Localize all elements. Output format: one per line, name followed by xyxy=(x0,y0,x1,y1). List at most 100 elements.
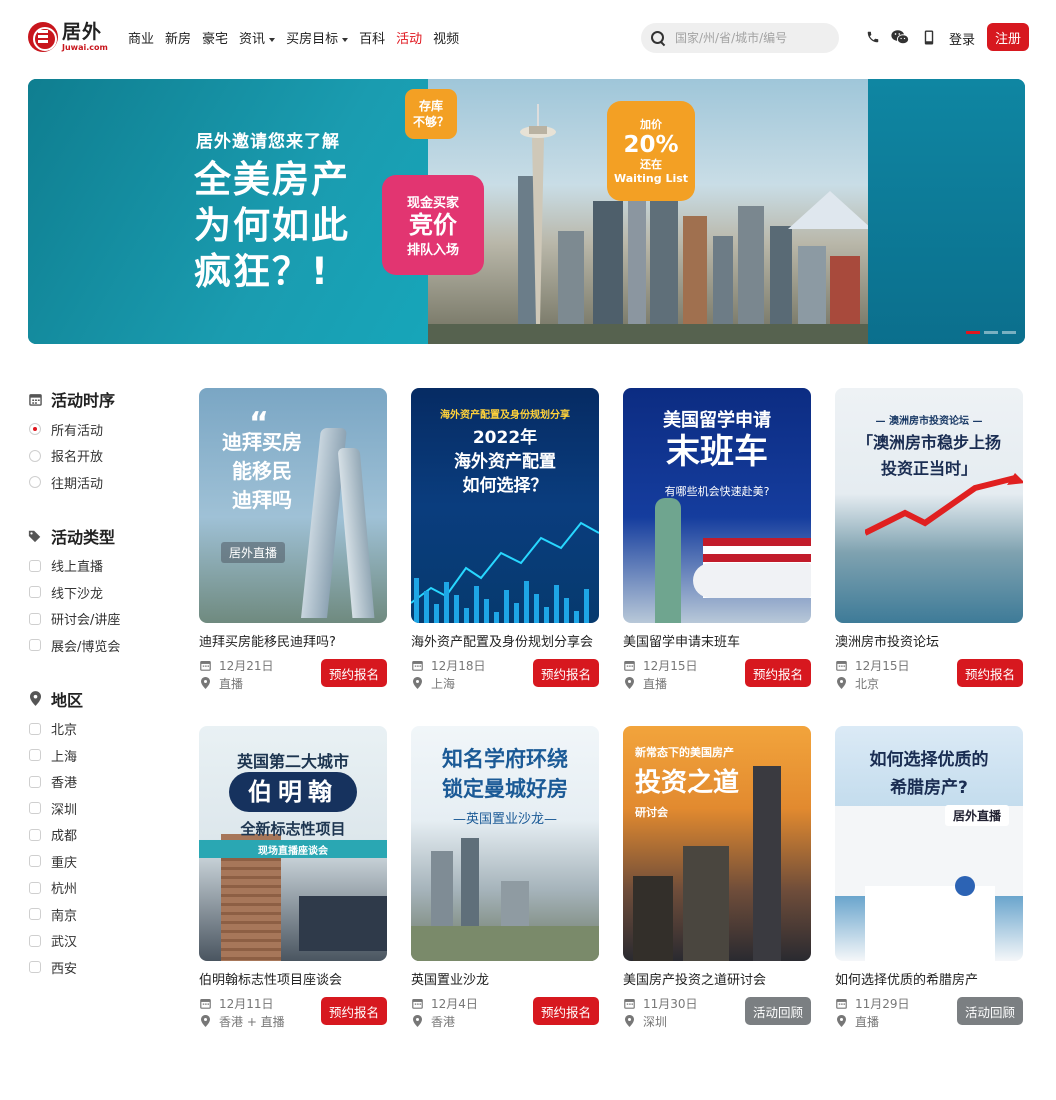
checkbox[interactable] xyxy=(29,722,41,735)
event-title[interactable]: 美国房产投资之道研讨会 xyxy=(623,969,811,988)
register-event-button[interactable]: 预约报名 xyxy=(320,997,387,1025)
filter-group-title: 活动时序 xyxy=(28,389,178,410)
event-card[interactable]: “ 迪拜买房 能移民 迪拜吗 居外直播 迪拜买房能移民迪拜吗? 12月21日 直播 … xyxy=(199,388,387,694)
filter-checkbox-option[interactable]: 上海 xyxy=(28,742,178,769)
checkbox[interactable] xyxy=(29,908,41,921)
checkbox[interactable] xyxy=(29,559,41,572)
register-event-button[interactable]: 预约报名 xyxy=(956,659,1023,687)
carousel-dot[interactable] xyxy=(984,331,998,334)
event-title[interactable]: 美国留学申请末班车 xyxy=(623,631,811,650)
phone-icon[interactable] xyxy=(864,28,882,46)
nav-item[interactable]: 活动 xyxy=(396,28,422,47)
event-thumbnail[interactable]: 英国第二大城市 伯明翰 全新标志性项目 现场直播座谈会 xyxy=(199,726,387,961)
nav-item[interactable]: 视频 xyxy=(433,28,459,47)
calendar-icon xyxy=(199,659,211,671)
filter-radio-option[interactable]: 所有活动 xyxy=(28,416,178,443)
filter-checkbox-option[interactable]: 武汉 xyxy=(28,928,178,955)
filter-checkbox-option[interactable]: 南京 xyxy=(28,901,178,928)
filter-checkbox-option[interactable]: 线上直播 xyxy=(28,553,178,580)
checkbox[interactable] xyxy=(29,934,41,947)
filter-checkbox-option[interactable]: 杭州 xyxy=(28,875,178,902)
checkbox[interactable] xyxy=(29,749,41,762)
checkbox[interactable] xyxy=(29,961,41,974)
event-card[interactable]: 英国第二大城市 伯明翰 全新标志性项目 现场直播座谈会 伯明翰标志性项目座谈会 … xyxy=(199,726,387,1032)
map-pin-icon xyxy=(411,677,423,689)
checkbox[interactable] xyxy=(29,855,41,868)
login-link[interactable]: 登录 xyxy=(949,29,975,48)
nav-item[interactable]: 豪宅 xyxy=(202,28,228,47)
filter-checkbox-option[interactable]: 线下沙龙 xyxy=(28,579,178,606)
map-pin-icon xyxy=(28,691,42,706)
checkbox[interactable] xyxy=(29,586,41,599)
event-thumbnail[interactable]: — 澳洲房市投资论坛 — 「澳洲房市稳步上扬 投资正当时」 xyxy=(835,388,1023,623)
event-card[interactable]: 新常态下的美国房产 投资之道 研讨会 美国房产投资之道研讨会 11月30日 深圳… xyxy=(623,726,811,1032)
mobile-icon[interactable] xyxy=(920,28,938,46)
event-thumbnail[interactable]: “ 迪拜买房 能移民 迪拜吗 居外直播 xyxy=(199,388,387,623)
search-input[interactable] xyxy=(675,31,825,45)
search-box[interactable] xyxy=(641,23,839,53)
filter-checkbox-option[interactable]: 展会/博览会 xyxy=(28,632,178,659)
register-event-button[interactable]: 预约报名 xyxy=(532,659,599,687)
calendar-icon xyxy=(835,659,847,671)
checkbox[interactable] xyxy=(29,881,41,894)
wechat-icon[interactable] xyxy=(891,28,909,46)
filter-checkbox-option[interactable]: 深圳 xyxy=(28,795,178,822)
space-needle-shape xyxy=(520,104,556,324)
event-thumbnail[interactable]: 如何选择优质的 希腊房产? 居外直播 xyxy=(835,726,1023,961)
register-button[interactable]: 注册 xyxy=(987,23,1029,51)
map-pin-icon xyxy=(835,1015,847,1027)
event-thumbnail[interactable]: 新常态下的美国房产 投资之道 研讨会 xyxy=(623,726,811,961)
event-title[interactable]: 迪拜买房能移民迪拜吗? xyxy=(199,631,387,650)
event-title[interactable]: 伯明翰标志性项目座谈会 xyxy=(199,969,387,988)
carousel-dot[interactable] xyxy=(966,331,980,334)
event-title[interactable]: 如何选择优质的希腊房产 xyxy=(835,969,1023,988)
replay-button[interactable]: 活动回顾 xyxy=(744,997,811,1025)
event-meta: 11月30日 深圳 活动回顾 xyxy=(623,994,811,1032)
nav-item[interactable]: 新房 xyxy=(165,28,191,47)
nav-item[interactable]: 资讯 xyxy=(239,28,276,47)
filter-checkbox-option[interactable]: 西安 xyxy=(28,954,178,981)
filter-checkbox-option[interactable]: 成都 xyxy=(28,822,178,849)
filter-checkbox-option[interactable]: 研讨会/讲座 xyxy=(28,606,178,633)
calendar-icon xyxy=(199,997,211,1009)
register-event-button[interactable]: 预约报名 xyxy=(744,659,811,687)
event-card[interactable]: — 澳洲房市投资论坛 — 「澳洲房市稳步上扬 投资正当时」 澳洲房市投资论坛 12… xyxy=(835,388,1023,694)
event-title[interactable]: 海外资产配置及身份规划分享会 xyxy=(411,631,599,650)
event-title[interactable]: 英国置业沙龙 xyxy=(411,969,599,988)
carousel-dot[interactable] xyxy=(1002,331,1016,334)
option-label: 北京 xyxy=(51,723,78,739)
event-thumbnail[interactable]: 美国留学申请 末班车 有哪些机会快速赴美? xyxy=(623,388,811,623)
nav-item[interactable]: 百科 xyxy=(359,28,385,47)
filter-radio-option[interactable]: 往期活动 xyxy=(28,469,178,496)
hero-banner[interactable]: 居外邀请您来了解 全美房产 为何如此 疯狂？! 存库 不够？ 现金买家 竞价 排… xyxy=(28,79,1025,344)
replay-button[interactable]: 活动回顾 xyxy=(956,997,1023,1025)
radio-button[interactable] xyxy=(29,449,41,462)
search-icon[interactable] xyxy=(651,31,665,45)
filter-radio-option[interactable]: 报名开放 xyxy=(28,443,178,470)
register-event-button[interactable]: 预约报名 xyxy=(320,659,387,687)
main-nav: 商业 新房 豪宅 资讯 买房目标 百科 活动 视频 xyxy=(128,28,470,47)
filter-checkbox-option[interactable]: 香港 xyxy=(28,769,178,796)
checkbox[interactable] xyxy=(29,802,41,815)
register-event-button[interactable]: 预约报名 xyxy=(532,997,599,1025)
checkbox[interactable] xyxy=(29,828,41,841)
event-date: 11月29日 xyxy=(855,996,910,1011)
event-thumbnail[interactable]: 海外资产配置及身份规划分享 2022年 海外资产配置 如何选择？ xyxy=(411,388,599,623)
filter-checkbox-option[interactable]: 重庆 xyxy=(28,848,178,875)
option-label: 香港 xyxy=(51,776,78,792)
checkbox[interactable] xyxy=(29,612,41,625)
nav-item[interactable]: 买房目标 xyxy=(286,28,349,47)
nav-item[interactable]: 商业 xyxy=(128,28,154,47)
logo[interactable]: 居外 Juwai.com xyxy=(28,22,108,52)
checkbox[interactable] xyxy=(29,639,41,652)
event-card[interactable]: 美国留学申请 末班车 有哪些机会快速赴美? 美国留学申请末班车 12月15日 直… xyxy=(623,388,811,694)
event-card[interactable]: 海外资产配置及身份规划分享 2022年 海外资产配置 如何选择？ 海外资产配置及身份… xyxy=(411,388,599,694)
event-card[interactable]: 知名学府环绕 锁定曼城好房 —英国置业沙龙— 英国置业沙龙 12月4日 香港 预约… xyxy=(411,726,599,1032)
event-card[interactable]: 如何选择优质的 希腊房产? 居外直播 如何选择优质的希腊房产 11月29日 直播 … xyxy=(835,726,1023,1032)
radio-button[interactable] xyxy=(29,476,41,489)
filter-checkbox-option[interactable]: 北京 xyxy=(28,716,178,743)
radio-button[interactable] xyxy=(29,423,41,436)
event-thumbnail[interactable]: 知名学府环绕 锁定曼城好房 —英国置业沙龙— xyxy=(411,726,599,961)
event-title[interactable]: 澳洲房市投资论坛 xyxy=(835,631,1023,650)
checkbox[interactable] xyxy=(29,775,41,788)
